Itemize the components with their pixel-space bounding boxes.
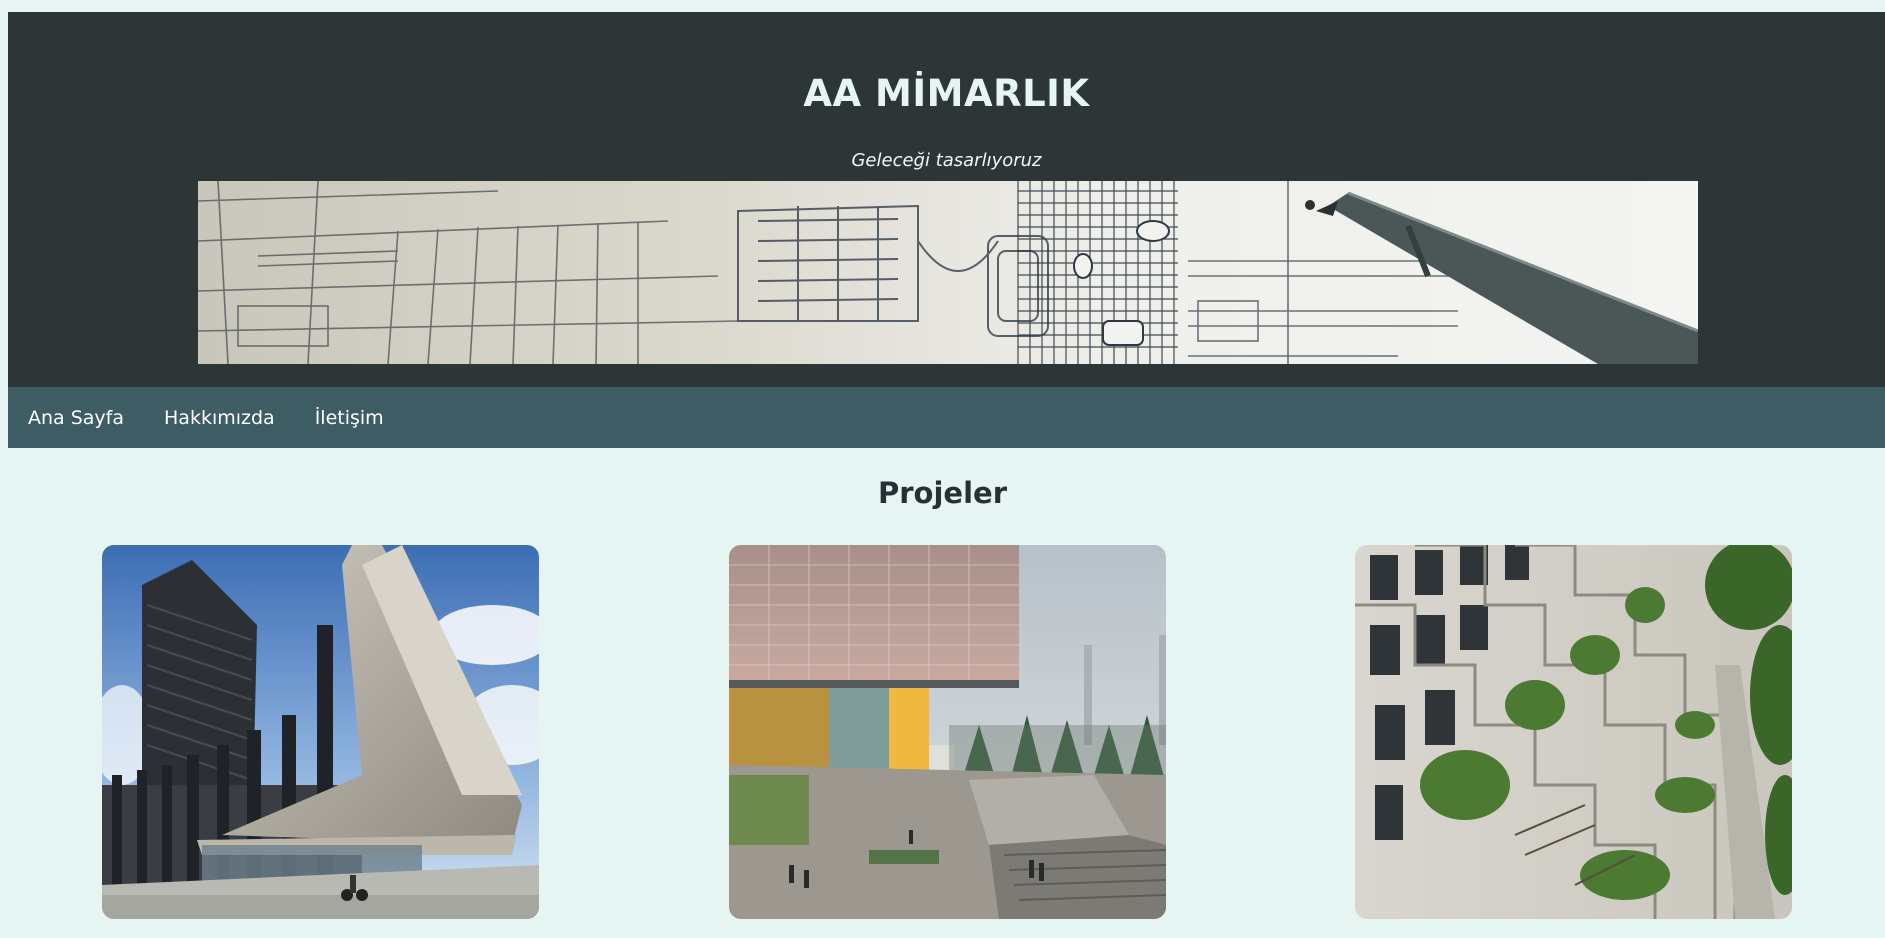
main-nav: Ana Sayfa Hakkımızda İletişim — [8, 387, 1885, 448]
page: AA MİMARLIK Geleceği tasarlıyoruz Ana Sa… — [0, 0, 1885, 938]
project-image-terraced-building[interactable] — [1355, 545, 1792, 919]
nav-item-contact[interactable]: İletişim — [315, 407, 384, 429]
nav-item-about[interactable]: Hakkımızda — [164, 407, 275, 429]
site-title: AA MİMARLIK — [803, 72, 1090, 115]
project-image-glass-plaza[interactable] — [729, 545, 1166, 919]
projects-heading: Projeler — [878, 476, 1007, 510]
site-header: AA MİMARLIK Geleceği tasarlıyoruz — [8, 12, 1885, 387]
header-banner-image — [198, 181, 1698, 364]
project-image-modern-building[interactable] — [102, 545, 539, 919]
nav-item-home[interactable]: Ana Sayfa — [28, 407, 124, 429]
site-tagline: Geleceği tasarlıyoruz — [851, 150, 1042, 171]
